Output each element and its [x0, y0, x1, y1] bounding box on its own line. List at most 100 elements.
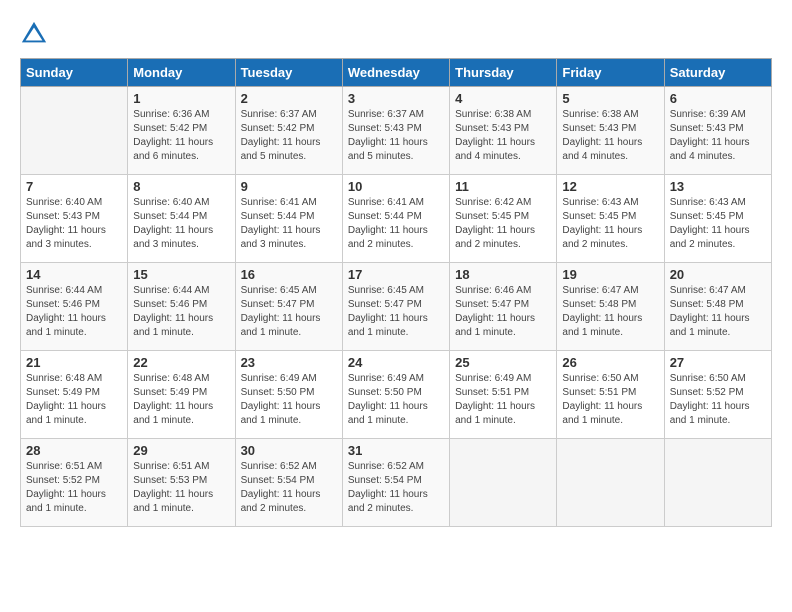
day-number: 22 — [133, 355, 229, 370]
day-info: Sunrise: 6:51 AMSunset: 5:53 PMDaylight:… — [133, 460, 229, 516]
day-number: 11 — [455, 179, 551, 194]
day-info: Sunrise: 6:36 AMSunset: 5:42 PMDaylight:… — [133, 108, 229, 164]
calendar-cell: 3 Sunrise: 6:37 AMSunset: 5:43 PMDaylight… — [342, 87, 449, 175]
day-info: Sunrise: 6:42 AMSunset: 5:45 PMDaylight:… — [455, 196, 551, 252]
calendar-cell: 19Sunrise: 6:47 AMSunset: 5:48 PMDayligh… — [557, 263, 664, 351]
day-info: Sunrise: 6:41 AMSunset: 5:44 PMDaylight:… — [348, 196, 444, 252]
day-number: 18 — [455, 267, 551, 282]
day-number: 29 — [133, 443, 229, 458]
day-number: 14 — [26, 267, 122, 282]
calendar-cell: 21 Sunrise: 6:48 AMSunset: 5:49 PMDayligh… — [21, 351, 128, 439]
day-info: Sunrise: 6:49 AMSunset: 5:50 PMDaylight:… — [348, 372, 444, 428]
calendar-cell: 28 Sunrise: 6:51 AMSunset: 5:52 PMDayligh… — [21, 439, 128, 527]
day-info: Sunrise: 6:52 AMSunset: 5:54 PMDaylight:… — [241, 460, 337, 516]
calendar-cell: 23 Sunrise: 6:49 AMSunset: 5:50 PMDayligh… — [235, 351, 342, 439]
day-number: 30 — [241, 443, 337, 458]
calendar-cell: 6Sunrise: 6:39 AMSunset: 5:43 PMDaylight… — [664, 87, 771, 175]
calendar-cell: 11 Sunrise: 6:42 AMSunset: 5:45 PMDayligh… — [450, 175, 557, 263]
day-info: Sunrise: 6:47 AMSunset: 5:48 PMDaylight:… — [562, 284, 658, 340]
day-number: 21 — [26, 355, 122, 370]
day-header-monday: Monday — [128, 59, 235, 87]
day-number: 26 — [562, 355, 658, 370]
calendar-cell: 22 Sunrise: 6:48 AMSunset: 5:49 PMDayligh… — [128, 351, 235, 439]
calendar-table: SundayMondayTuesdayWednesdayThursdayFrid… — [20, 58, 772, 527]
day-info: Sunrise: 6:40 AMSunset: 5:44 PMDaylight:… — [133, 196, 229, 252]
day-number: 1 — [133, 91, 229, 106]
day-number: 23 — [241, 355, 337, 370]
day-header-saturday: Saturday — [664, 59, 771, 87]
calendar-cell: 31Sunrise: 6:52 AMSunset: 5:54 PMDayligh… — [342, 439, 449, 527]
day-info: Sunrise: 6:37 AMSunset: 5:42 PMDaylight:… — [241, 108, 337, 164]
calendar-cell: 20 Sunrise: 6:47 AMSunset: 5:48 PMDayligh… — [664, 263, 771, 351]
calendar-cell: 30 Sunrise: 6:52 AMSunset: 5:54 PMDayligh… — [235, 439, 342, 527]
day-number: 8 — [133, 179, 229, 194]
calendar-cell: 15 Sunrise: 6:44 AMSunset: 5:46 PMDayligh… — [128, 263, 235, 351]
day-header-wednesday: Wednesday — [342, 59, 449, 87]
logo-icon — [20, 20, 48, 48]
page-header — [20, 20, 772, 48]
day-header-tuesday: Tuesday — [235, 59, 342, 87]
calendar-cell: 16Sunrise: 6:45 AMSunset: 5:47 PMDayligh… — [235, 263, 342, 351]
day-number: 20 — [670, 267, 766, 282]
day-info: Sunrise: 6:40 AMSunset: 5:43 PMDaylight:… — [26, 196, 122, 252]
day-number: 2 — [241, 91, 337, 106]
day-info: Sunrise: 6:45 AMSunset: 5:47 PMDaylight:… — [348, 284, 444, 340]
day-info: Sunrise: 6:43 AMSunset: 5:45 PMDaylight:… — [670, 196, 766, 252]
calendar-cell — [21, 87, 128, 175]
day-info: Sunrise: 6:38 AMSunset: 5:43 PMDaylight:… — [562, 108, 658, 164]
day-number: 7 — [26, 179, 122, 194]
calendar-cell: 1 Sunrise: 6:36 AMSunset: 5:42 PMDaylight… — [128, 87, 235, 175]
day-info: Sunrise: 6:44 AMSunset: 5:46 PMDaylight:… — [26, 284, 122, 340]
day-number: 10 — [348, 179, 444, 194]
calendar-cell: 14 Sunrise: 6:44 AMSunset: 5:46 PMDayligh… — [21, 263, 128, 351]
day-info: Sunrise: 6:38 AMSunset: 5:43 PMDaylight:… — [455, 108, 551, 164]
day-number: 25 — [455, 355, 551, 370]
day-info: Sunrise: 6:41 AMSunset: 5:44 PMDaylight:… — [241, 196, 337, 252]
day-info: Sunrise: 6:48 AMSunset: 5:49 PMDaylight:… — [26, 372, 122, 428]
day-info: Sunrise: 6:44 AMSunset: 5:46 PMDaylight:… — [133, 284, 229, 340]
day-info: Sunrise: 6:43 AMSunset: 5:45 PMDaylight:… — [562, 196, 658, 252]
calendar-cell: 8 Sunrise: 6:40 AMSunset: 5:44 PMDaylight… — [128, 175, 235, 263]
day-info: Sunrise: 6:47 AMSunset: 5:48 PMDaylight:… — [670, 284, 766, 340]
calendar-cell: 17 Sunrise: 6:45 AMSunset: 5:47 PMDayligh… — [342, 263, 449, 351]
day-number: 3 — [348, 91, 444, 106]
calendar-cell: 24 Sunrise: 6:49 AMSunset: 5:50 PMDayligh… — [342, 351, 449, 439]
day-number: 13 — [670, 179, 766, 194]
day-header-sunday: Sunday — [21, 59, 128, 87]
day-info: Sunrise: 6:48 AMSunset: 5:49 PMDaylight:… — [133, 372, 229, 428]
calendar-cell — [664, 439, 771, 527]
day-number: 9 — [241, 179, 337, 194]
day-number: 31 — [348, 443, 444, 458]
day-info: Sunrise: 6:50 AMSunset: 5:52 PMDaylight:… — [670, 372, 766, 428]
day-info: Sunrise: 6:37 AMSunset: 5:43 PMDaylight:… — [348, 108, 444, 164]
day-number: 16 — [241, 267, 337, 282]
calendar-cell: 10 Sunrise: 6:41 AMSunset: 5:44 PMDayligh… — [342, 175, 449, 263]
day-number: 5 — [562, 91, 658, 106]
day-number: 27 — [670, 355, 766, 370]
calendar-cell: 4 Sunrise: 6:38 AMSunset: 5:43 PMDaylight… — [450, 87, 557, 175]
calendar-cell: 26 Sunrise: 6:50 AMSunset: 5:51 PMDayligh… — [557, 351, 664, 439]
day-info: Sunrise: 6:39 AMSunset: 5:43 PMDaylight:… — [670, 108, 766, 164]
day-number: 17 — [348, 267, 444, 282]
day-header-thursday: Thursday — [450, 59, 557, 87]
calendar-cell — [557, 439, 664, 527]
day-info: Sunrise: 6:50 AMSunset: 5:51 PMDaylight:… — [562, 372, 658, 428]
logo — [20, 20, 52, 48]
calendar-cell: 7 Sunrise: 6:40 AMSunset: 5:43 PMDaylight… — [21, 175, 128, 263]
calendar-cell: 12Sunrise: 6:43 AMSunset: 5:45 PMDayligh… — [557, 175, 664, 263]
day-info: Sunrise: 6:46 AMSunset: 5:47 PMDaylight:… — [455, 284, 551, 340]
calendar-cell: 18 Sunrise: 6:46 AMSunset: 5:47 PMDayligh… — [450, 263, 557, 351]
day-number: 28 — [26, 443, 122, 458]
day-number: 4 — [455, 91, 551, 106]
calendar-cell: 29 Sunrise: 6:51 AMSunset: 5:53 PMDayligh… — [128, 439, 235, 527]
calendar-cell: 5 Sunrise: 6:38 AMSunset: 5:43 PMDaylight… — [557, 87, 664, 175]
day-info: Sunrise: 6:51 AMSunset: 5:52 PMDaylight:… — [26, 460, 122, 516]
calendar-cell: 9 Sunrise: 6:41 AMSunset: 5:44 PMDaylight… — [235, 175, 342, 263]
day-number: 24 — [348, 355, 444, 370]
day-number: 15 — [133, 267, 229, 282]
day-info: Sunrise: 6:49 AMSunset: 5:50 PMDaylight:… — [241, 372, 337, 428]
calendar-cell: 13 Sunrise: 6:43 AMSunset: 5:45 PMDayligh… — [664, 175, 771, 263]
day-info: Sunrise: 6:49 AMSunset: 5:51 PMDaylight:… — [455, 372, 551, 428]
calendar-cell: 2 Sunrise: 6:37 AMSunset: 5:42 PMDaylight… — [235, 87, 342, 175]
calendar-cell: 25 Sunrise: 6:49 AMSunset: 5:51 PMDayligh… — [450, 351, 557, 439]
